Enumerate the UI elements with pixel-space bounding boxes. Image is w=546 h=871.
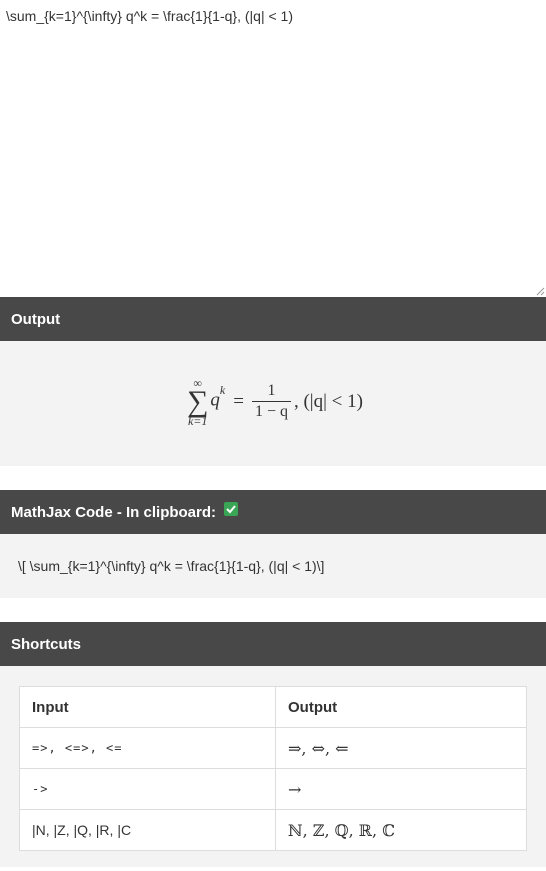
section-gap (0, 466, 546, 490)
sum-term: qk (210, 383, 225, 411)
section-gap (0, 598, 546, 622)
shortcuts-panel: Input Output =>, <=>, <= ⇒, ⇔, ⇐ -> → |N… (0, 666, 546, 867)
fraction-denominator: 1 − q (254, 403, 288, 420)
shortcut-output: ℕ, ℤ, ℚ, ℝ, ℂ (275, 809, 527, 851)
fraction-numerator: 1 (267, 382, 276, 399)
output-panel: ∞ ∑ k=1 qk = 1 1 − q , (|q| < 1) (0, 341, 546, 466)
editor-container (0, 0, 546, 297)
shortcut-input: =>, <=>, <= (19, 727, 276, 769)
table-row: =>, <=>, <= ⇒, ⇔, ⇐ (19, 727, 527, 769)
shortcut-output: ⇒, ⇔, ⇐ (275, 727, 527, 769)
sum-operator: ∞ ∑ k=1 (187, 377, 208, 427)
mathjax-code[interactable]: \[ \sum_{k=1}^{\infty} q^k = \frac{1}{1-… (18, 558, 324, 574)
checkmark-icon (224, 502, 239, 516)
shortcut-output: → (275, 768, 527, 810)
fraction: 1 1 − q (251, 381, 291, 422)
rendered-formula: ∞ ∑ k=1 qk = 1 1 − q , (|q| < 1) (187, 377, 363, 427)
term-exponent: k (219, 383, 226, 398)
latex-input[interactable] (0, 0, 546, 297)
mathjax-code-panel: \[ \sum_{k=1}^{\infty} q^k = \frac{1}{1-… (0, 534, 546, 598)
term-base: q (210, 389, 220, 411)
table-row: -> → (19, 768, 527, 810)
formula-condition: , (|q| < 1) (293, 390, 363, 412)
shortcut-input: |N, |Z, |Q, |R, |C (19, 809, 276, 851)
mathjax-header-label: MathJax Code - In clipboard: (11, 503, 217, 521)
resize-grip-icon[interactable] (536, 287, 545, 296)
table-row: |N, |Z, |Q, |R, |C ℕ, ℤ, ℚ, ℝ, ℂ (19, 809, 527, 851)
sum-symbol: ∑ (187, 384, 209, 418)
output-header-label: Output (11, 310, 61, 328)
column-header-output: Output (275, 686, 527, 728)
sum-lower-limit: k=1 (187, 413, 208, 428)
output-header: Output (0, 297, 546, 341)
shortcut-input: -> (19, 768, 276, 810)
shortcuts-header-label: Shortcuts (11, 635, 82, 653)
shortcuts-table: Input Output =>, <=>, <= ⇒, ⇔, ⇐ -> → |N… (19, 686, 527, 851)
equals-sign: = (233, 390, 244, 412)
mathjax-header: MathJax Code - In clipboard: (0, 490, 546, 534)
table-header-row: Input Output (19, 686, 527, 728)
column-header-input: Input (19, 686, 276, 728)
shortcuts-header: Shortcuts (0, 622, 546, 666)
